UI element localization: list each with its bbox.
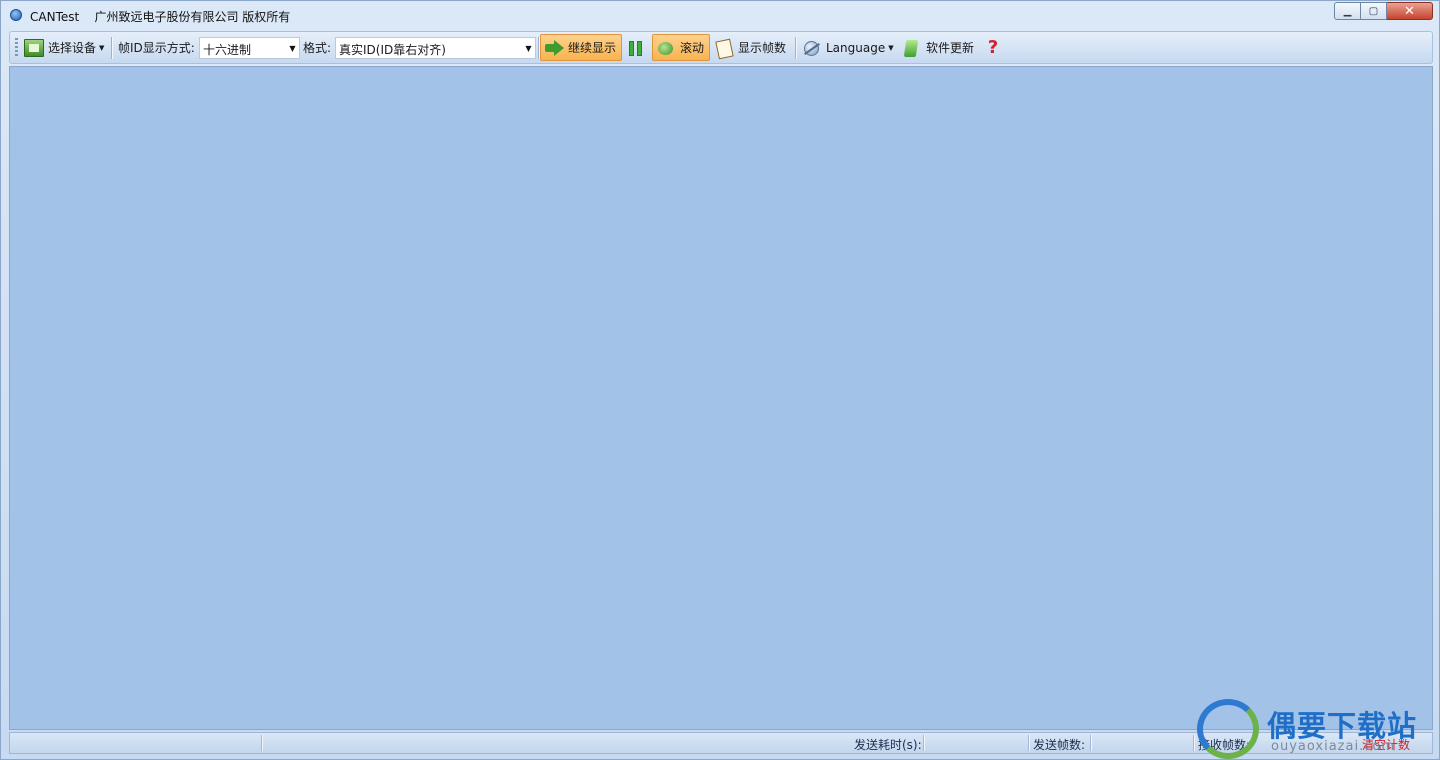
chevron-down-icon: ▼	[525, 43, 532, 53]
arrow-right-icon	[544, 39, 564, 57]
language-label: Language	[826, 40, 886, 55]
close-icon: ✕	[1404, 3, 1415, 19]
format-select[interactable]: 真实ID(ID靠右对齐) ▼	[335, 37, 536, 59]
close-button[interactable]: ✕	[1387, 2, 1433, 20]
status-divider	[1028, 735, 1029, 751]
toolbar-separator	[538, 37, 539, 59]
toolbar-separator	[795, 37, 796, 59]
id-display-label: 帧ID显示方式:	[118, 41, 195, 55]
maximize-icon: ▢	[1368, 5, 1379, 17]
send-time-label: 发送耗时(s):	[854, 738, 922, 752]
help-icon: ?	[987, 37, 999, 58]
chevron-down-icon: ▼	[99, 43, 105, 52]
window-title: CANTest 广州致远电子股份有限公司 版权所有	[30, 10, 291, 24]
show-frame-count-button[interactable]: 显示帧数	[714, 34, 786, 61]
pause-icon	[626, 39, 646, 57]
select-device-label: 选择设备	[48, 41, 97, 55]
id-display-value: 十六进制	[203, 43, 252, 57]
status-divider	[923, 735, 924, 751]
device-card-icon	[24, 38, 44, 57]
frame-display-area[interactable]	[9, 66, 1433, 730]
send-frames-label: 发送帧数:	[1033, 738, 1086, 752]
toolbar: 选择设备 ▼ 帧ID显示方式: 十六进制 ▼ 格式: 真实ID(ID靠右对齐) …	[9, 31, 1433, 64]
globe-icon	[802, 39, 822, 57]
continue-display-label: 继续显示	[568, 41, 617, 55]
watermark-logo-icon	[1197, 699, 1259, 759]
help-button[interactable]: ?	[983, 34, 1009, 61]
status-divider	[1193, 735, 1194, 751]
id-display-select[interactable]: 十六进制 ▼	[199, 37, 300, 59]
chevron-down-icon: ▼	[888, 43, 894, 52]
maximize-button[interactable]: ▢	[1361, 2, 1387, 20]
caption-buttons: ▁ ▢ ✕	[1334, 2, 1433, 20]
toolbar-grip[interactable]	[15, 38, 18, 58]
language-button[interactable]: Language ▼	[802, 34, 894, 61]
pause-button[interactable]	[626, 34, 650, 61]
minimize-icon: ▁	[1343, 5, 1352, 17]
software-update-label: 软件更新	[926, 41, 975, 55]
app-window: CANTest 广州致远电子股份有限公司 版权所有 ▁ ▢ ✕ 选择设备 ▼ 帧…	[0, 0, 1440, 760]
status-divider	[261, 735, 262, 751]
show-frame-count-label: 显示帧数	[738, 41, 787, 55]
software-update-button[interactable]: 软件更新	[902, 34, 974, 61]
format-value: 真实ID(ID靠右对齐)	[339, 43, 446, 57]
scroll-label: 滚动	[680, 41, 705, 55]
format-label: 格式:	[303, 41, 332, 55]
document-icon	[714, 39, 734, 57]
minimize-button[interactable]: ▁	[1334, 2, 1361, 20]
app-icon	[10, 9, 22, 21]
update-icon	[902, 39, 922, 57]
select-device-button[interactable]: 选择设备 ▼	[24, 34, 104, 61]
watermark: 偶要下载站 ouyaoxiazai.com	[1197, 699, 1437, 759]
scroll-button[interactable]: 滚动	[652, 34, 710, 61]
scroll-icon	[656, 39, 676, 57]
title-bar[interactable]: CANTest 广州致远电子股份有限公司 版权所有 ▁ ▢ ✕	[1, 1, 1439, 29]
watermark-url: ouyaoxiazai.com	[1271, 739, 1395, 754]
status-divider	[1090, 735, 1091, 751]
continue-display-button[interactable]: 继续显示	[540, 34, 622, 61]
chevron-down-icon: ▼	[289, 43, 296, 53]
toolbar-separator	[111, 37, 112, 59]
